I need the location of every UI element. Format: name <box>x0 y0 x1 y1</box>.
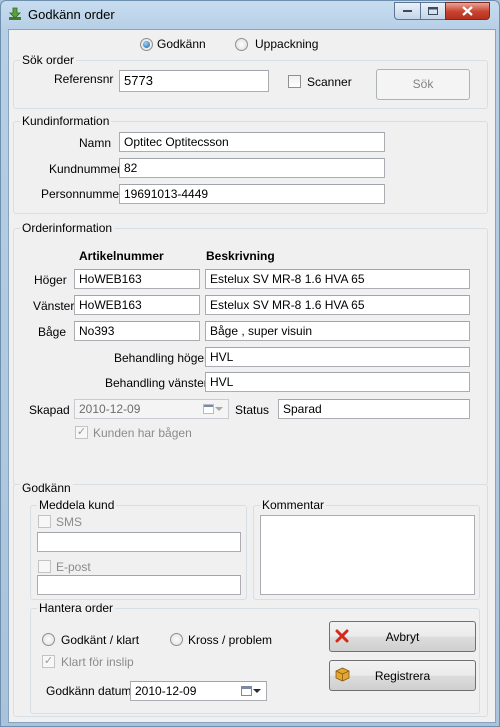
client-area: Godkänn Uppackning Sök order Referensnr … <box>8 29 496 723</box>
godkant-klart-radio[interactable] <box>42 633 55 646</box>
epost-label: E-post <box>56 560 91 574</box>
hoger-artikel-field[interactable]: HoWEB163 <box>74 269 200 289</box>
meddela-kund-title: Meddela kund <box>37 498 117 512</box>
hoger-beskrivning-field[interactable]: Estelux SV MR-8 1.6 HVA 65 <box>205 269 470 289</box>
kundnummer-label: Kundnummer <box>49 162 122 176</box>
kommentar-textarea[interactable] <box>260 515 475 595</box>
scanner-checkbox[interactable] <box>288 75 301 88</box>
namn-field[interactable]: Optitec Optitecsson <box>119 132 385 152</box>
minimize-icon <box>403 10 412 12</box>
epost-checkbox[interactable] <box>38 560 51 573</box>
sok-order-title: Sök order <box>20 53 77 67</box>
maximize-icon <box>428 7 438 15</box>
behandling-hoger-field[interactable]: HVL <box>205 347 470 367</box>
row-bage-label: Båge <box>38 325 67 339</box>
mode-uppackning-label[interactable]: Uppackning <box>255 37 318 51</box>
klart-for-inslip-label: Klart för inslip <box>61 655 134 669</box>
avbryt-label: Avbryt <box>385 630 420 644</box>
scanner-label[interactable]: Scanner <box>307 75 352 89</box>
skapad-label: Skapad <box>29 403 70 417</box>
title-bar[interactable]: Godkänn order <box>1 1 499 29</box>
kross-problem-label[interactable]: Kross / problem <box>188 633 272 647</box>
registrera-label: Registrera <box>374 669 431 683</box>
window: Godkänn order Godkänn Uppackning Sök ord… <box>0 0 500 727</box>
col-artikelnummer-header: Artikelnummer <box>79 249 164 263</box>
behandling-hoger-label: Behandling höger <box>114 351 209 365</box>
godkann-datum-label: Godkänn datum <box>46 684 132 698</box>
download-arrow-icon <box>9 7 21 20</box>
window-title: Godkänn order <box>28 7 115 22</box>
personnummer-field[interactable]: 19691013-4449 <box>119 184 385 204</box>
vanster-artikel-field[interactable]: HoWEB163 <box>74 295 200 315</box>
registrera-button[interactable]: Registrera <box>329 660 476 691</box>
close-button[interactable] <box>445 2 490 20</box>
mode-godkann-label[interactable]: Godkänn <box>157 37 206 51</box>
kunden-har-bagen-checkbox[interactable]: ✓ <box>75 426 88 439</box>
chevron-down-icon <box>215 407 223 411</box>
bage-artikel-field[interactable]: No393 <box>74 321 200 341</box>
sok-button[interactable]: Sök <box>376 69 470 100</box>
calendar-icon <box>203 404 214 414</box>
close-icon <box>462 6 473 16</box>
namn-label: Namn <box>79 136 112 150</box>
row-vanster-label: Vänster <box>33 299 75 313</box>
hantera-order-title: Hantera order <box>37 601 116 615</box>
godkann-title: Godkänn <box>20 481 73 495</box>
behandling-vanster-label: Behandling vänster <box>105 376 208 390</box>
epost-input[interactable] <box>37 575 241 595</box>
kundnummer-field[interactable]: 82 <box>119 158 385 178</box>
row-hoger-label: Höger <box>34 273 67 287</box>
calendar-icon <box>241 686 252 696</box>
minimize-button[interactable] <box>394 2 421 20</box>
chevron-down-icon <box>253 689 261 693</box>
godkant-klart-label[interactable]: Godkänt / klart <box>61 633 139 647</box>
vanster-beskrivning-field[interactable]: Estelux SV MR-8 1.6 HVA 65 <box>205 295 470 315</box>
kundinformation-title: Kundinformation <box>20 114 112 128</box>
godkann-datum-value: 2010-12-09 <box>135 684 197 698</box>
klart-for-inslip-checkbox[interactable]: ✓ <box>42 655 55 668</box>
status-field[interactable]: Sparad <box>278 399 470 419</box>
orderinformation-title: Orderinformation <box>20 221 115 235</box>
behandling-vanster-field[interactable]: HVL <box>205 372 470 392</box>
kross-problem-radio[interactable] <box>170 633 183 646</box>
status-label: Status <box>235 403 270 417</box>
personnummer-label: Personnummer <box>41 187 124 201</box>
mode-godkann-radio[interactable] <box>140 38 153 51</box>
skapad-date-value: 2010-12-09 <box>79 402 141 416</box>
avbryt-button[interactable]: Avbryt <box>329 621 476 652</box>
maximize-button[interactable] <box>420 2 446 20</box>
sms-checkbox[interactable] <box>38 515 51 528</box>
sms-input[interactable] <box>37 532 241 552</box>
kunden-har-bagen-label: Kunden har bågen <box>93 426 192 440</box>
sms-label: SMS <box>56 515 83 529</box>
referensnr-input[interactable]: 5773 <box>119 70 269 92</box>
bage-beskrivning-field[interactable]: Båge , super visuin <box>205 321 470 341</box>
kommentar-title: Kommentar <box>260 498 327 512</box>
mode-uppackning-radio[interactable] <box>235 38 248 51</box>
col-beskrivning-header: Beskrivning <box>206 249 275 263</box>
referensnr-label: Referensnr <box>54 72 114 86</box>
